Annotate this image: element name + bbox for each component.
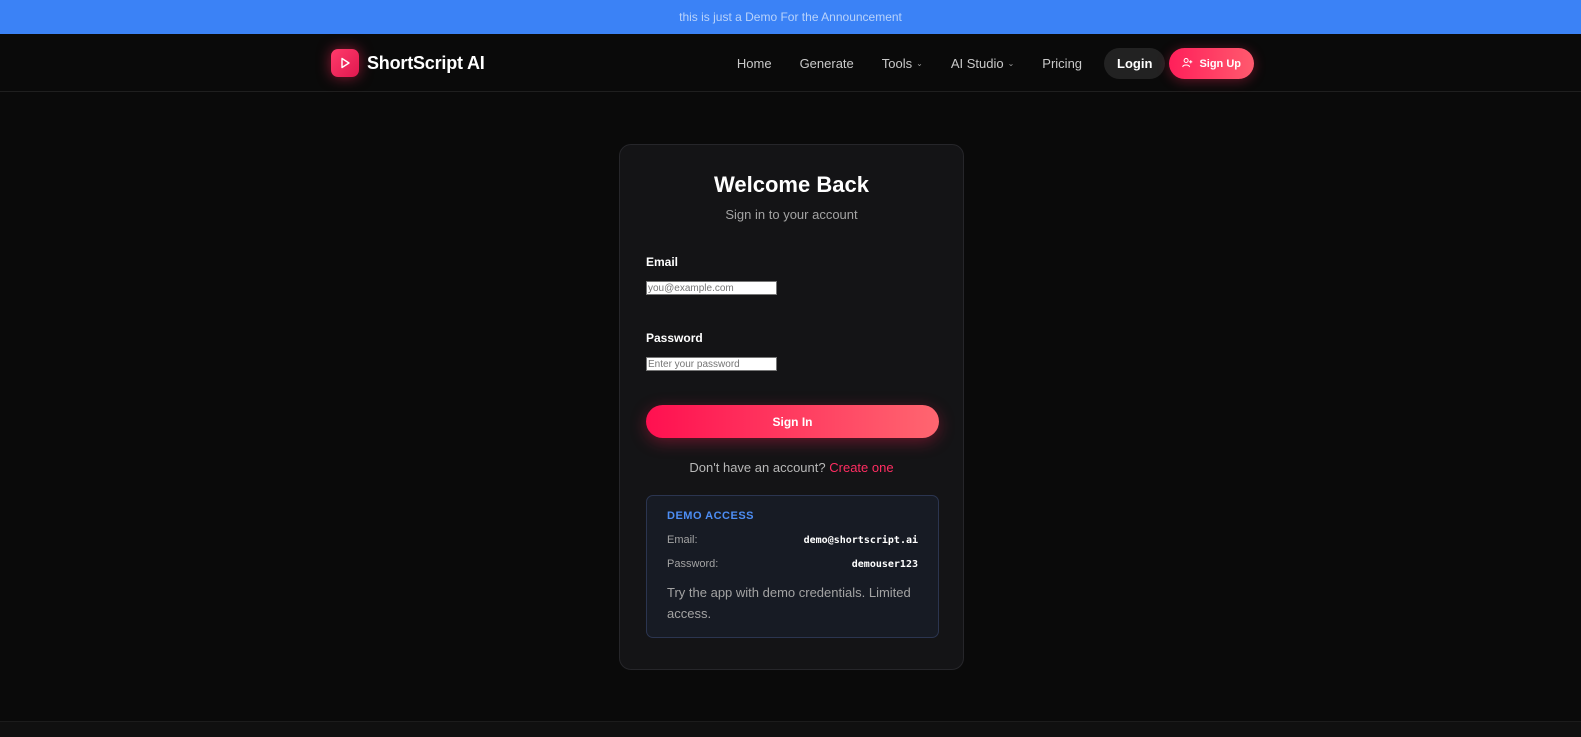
- demo-password-row: Password: demouser123: [667, 558, 918, 570]
- chevron-down-icon: ⌄: [1007, 59, 1015, 68]
- page-subtitle: Sign in to your account: [725, 207, 858, 222]
- nav-pricing-label: Pricing: [1042, 56, 1083, 71]
- nav-tools-label: Tools: [881, 56, 913, 71]
- email-field[interactable]: [646, 281, 777, 295]
- nav-home-label: Home: [736, 56, 772, 71]
- demo-password-label: Password:: [667, 558, 719, 570]
- brand-home-link[interactable]: ShortScript AI: [331, 49, 485, 77]
- nav-generate-label: Generate: [799, 56, 854, 71]
- announcement-text: this is just a Demo For the Announcement: [679, 10, 902, 24]
- demo-email-value: demo@shortscript.ai: [803, 534, 918, 546]
- top-navigation: ShortScript AI Home Generate Tools ⌄ AI …: [0, 34, 1581, 92]
- sign-in-label: Sign In: [772, 414, 813, 429]
- create-account-row: Don't have an account? Create one: [646, 460, 937, 475]
- password-label: Password: [646, 331, 703, 345]
- demo-password-value: demouser123: [851, 558, 918, 570]
- demo-email-row: Email: demo@shortscript.ai: [667, 534, 918, 546]
- demo-access-box: DEMO ACCESS Email: demo@shortscript.ai P…: [646, 495, 939, 638]
- user-plus-icon: [1182, 57, 1193, 71]
- nav-generate[interactable]: Generate: [786, 48, 868, 79]
- sign-in-button[interactable]: Sign In: [646, 405, 939, 438]
- nav-tools-dropdown[interactable]: Tools ⌄: [868, 48, 937, 79]
- email-label: Email: [646, 255, 679, 269]
- demo-email-label: Email:: [667, 534, 698, 546]
- nav-home[interactable]: Home: [723, 48, 786, 79]
- login-card: Welcome Back Sign in to your account Ema…: [619, 144, 964, 670]
- nav-pricing[interactable]: Pricing: [1028, 48, 1096, 79]
- create-account-link[interactable]: Create one: [829, 460, 893, 475]
- login-button[interactable]: Login: [1104, 48, 1166, 79]
- signup-label: Sign Up: [1199, 57, 1241, 70]
- signup-button[interactable]: Sign Up: [1169, 48, 1254, 79]
- demo-note: Try the app with demo credentials. Limit…: [667, 585, 911, 621]
- page-title: Welcome Back: [714, 172, 869, 197]
- play-icon: [331, 49, 359, 77]
- brand-name: ShortScript AI: [367, 52, 485, 73]
- login-label: Login: [1117, 56, 1153, 71]
- announcement-bar: this is just a Demo For the Announcement: [0, 0, 1581, 34]
- demo-heading: DEMO ACCESS: [667, 510, 754, 522]
- chevron-down-icon: ⌄: [916, 59, 923, 68]
- nav-ai-studio-dropdown[interactable]: AI Studio ⌄: [937, 48, 1028, 79]
- password-field[interactable]: [646, 357, 777, 371]
- nav-links: Home Generate Tools ⌄ AI Studio ⌄ Pricin…: [723, 48, 1254, 79]
- no-account-text: Don't have an account?: [689, 460, 826, 475]
- nav-ai-studio-label: AI Studio: [950, 56, 1004, 71]
- footer-edge: [0, 721, 1581, 737]
